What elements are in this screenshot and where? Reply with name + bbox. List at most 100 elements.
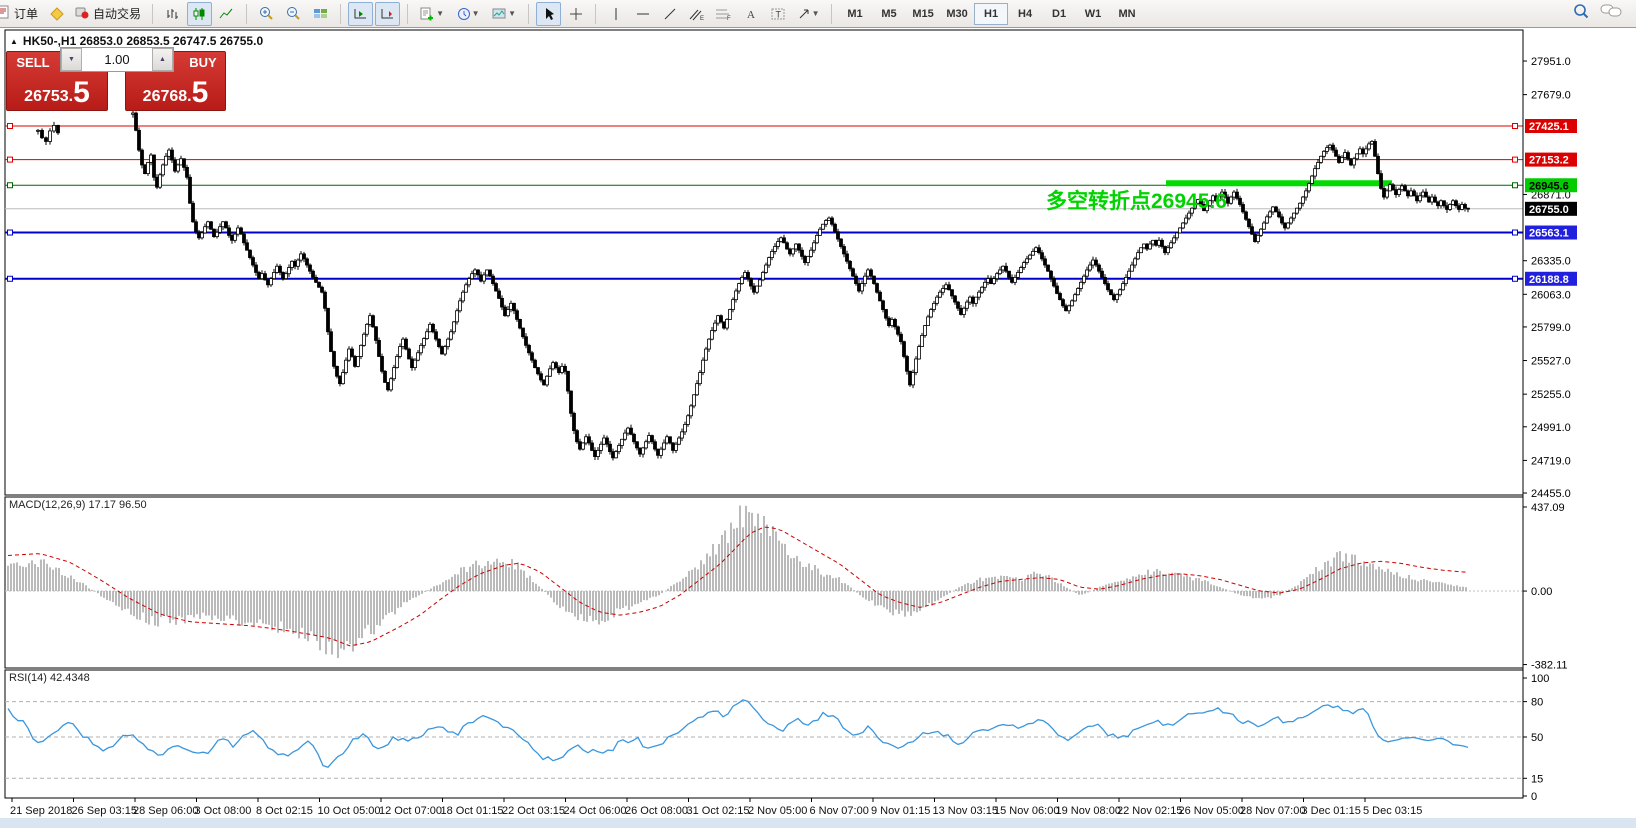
price-chip-label: 26563.1 [1529, 228, 1569, 240]
rsi-pane[interactable] [5, 670, 1523, 798]
macd-tick: 437.09 [1531, 502, 1565, 514]
main-pane[interactable] [5, 30, 1523, 495]
equidistant-channel-button[interactable]: E [684, 2, 709, 26]
timeframe-m5[interactable]: M5 [872, 3, 906, 25]
trendline-button[interactable] [657, 2, 682, 26]
buy-label: BUY [181, 55, 225, 70]
separator [152, 4, 153, 24]
time-label: 26 Oct 08:00 [625, 805, 688, 817]
time-label: 22 Nov 02:15 [1117, 805, 1182, 817]
text-button[interactable]: A [738, 2, 763, 26]
pane-frames [0, 30, 1636, 828]
timeframe-d1[interactable]: D1 [1042, 3, 1076, 25]
timeframe-w1[interactable]: W1 [1076, 3, 1110, 25]
fibonacci-button[interactable]: F [711, 2, 736, 26]
chart-canvas[interactable]: 27951.027679.026871.026335.026063.025799… [0, 28, 1636, 828]
time-axis: 21 Sep 201826 Sep 03:1528 Sep 06:003 Oct… [10, 798, 1422, 817]
svg-text:E: E [700, 16, 704, 21]
auto-scroll-button[interactable] [348, 2, 373, 26]
line-handle [8, 124, 13, 129]
chart-shift-button[interactable] [375, 2, 400, 26]
svg-text:T: T [775, 9, 781, 19]
volume-input[interactable] [82, 48, 152, 71]
tile-windows-button[interactable] [308, 2, 333, 26]
timeframe-m1[interactable]: M1 [838, 3, 872, 25]
autotrading-button[interactable]: 自动交易 [70, 3, 146, 24]
separator [831, 4, 832, 24]
price-tick: 27679.0 [1531, 90, 1571, 102]
line-handle [1513, 183, 1518, 188]
volume-spinner: ▼ ▲ [60, 47, 174, 72]
line-handle [1513, 157, 1518, 162]
chart-title-text: HK50-,H1 26853.0 26853.5 26747.5 26755.0 [23, 34, 263, 48]
price-tick: 24455.0 [1531, 488, 1571, 500]
templates-button[interactable]: ▼ [487, 2, 521, 26]
price-tick: 27951.0 [1531, 56, 1571, 68]
timeframe-m30[interactable]: M30 [940, 3, 974, 25]
periods-button[interactable]: ▼ [451, 2, 485, 26]
time-label: 19 Nov 08:00 [1056, 805, 1121, 817]
pivot-annotation[interactable]: 多空转折点26945.6 [1046, 185, 1227, 215]
collapse-triangle-icon[interactable]: ▲ [10, 37, 18, 46]
line-handle [1513, 276, 1518, 281]
time-label: 2 Nov 05:00 [748, 805, 807, 817]
separator [340, 4, 341, 24]
time-label: 9 Nov 01:15 [871, 805, 930, 817]
buy-price: 26768.5 [126, 78, 225, 108]
timeframe-mn[interactable]: MN [1110, 3, 1144, 25]
time-label: 10 Oct 05:00 [318, 805, 381, 817]
time-label: 22 Oct 03:15 [502, 805, 565, 817]
autotrading-icon [75, 5, 89, 22]
bottom-strip [0, 818, 1636, 828]
macd-tick: -382.11 [1531, 660, 1568, 672]
rsi-tick: 50 [1531, 732, 1543, 744]
rsi-tick: 80 [1531, 697, 1543, 709]
timeframe-h1[interactable]: H1 [974, 3, 1008, 25]
new-order-button[interactable]: 订单 [0, 3, 43, 24]
macd-tick: 0.00 [1531, 586, 1552, 598]
time-label: 26 Sep 03:15 [72, 805, 137, 817]
time-label: 13 Nov 03:15 [933, 805, 998, 817]
vertical-line-button[interactable] [603, 2, 628, 26]
timeframe-h4[interactable]: H4 [1008, 3, 1042, 25]
line-handle [8, 183, 13, 188]
indicators-button[interactable]: ▼ [415, 2, 449, 26]
line-chart-button[interactable] [214, 2, 239, 26]
buy-price-frac: 5 [192, 78, 209, 108]
svg-text:A: A [747, 9, 755, 21]
sell-price-frac: 5 [73, 78, 90, 108]
volume-increase-button[interactable]: ▲ [152, 48, 173, 71]
new-order-icon [0, 5, 10, 22]
horizontal-line-button[interactable] [630, 2, 655, 26]
volume-decrease-button[interactable]: ▼ [61, 48, 82, 71]
arrows-button[interactable]: ▼ [792, 2, 824, 26]
crosshair-button[interactable] [563, 2, 588, 26]
line-handle [8, 276, 13, 281]
price-tick: 24991.0 [1531, 422, 1571, 434]
bar-chart-button[interactable] [160, 2, 185, 26]
zoom-out-button[interactable] [281, 2, 306, 26]
metaquotes-icon[interactable] [44, 2, 69, 26]
zoom-in-button[interactable] [254, 2, 279, 26]
line-handle [8, 230, 13, 235]
rsi-tick: 100 [1531, 673, 1549, 685]
time-label: 6 Nov 07:00 [810, 805, 869, 817]
text-label-button[interactable]: T [765, 2, 790, 26]
time-label: 21 Sep 2018 [10, 805, 72, 817]
time-label: 8 Oct 02:15 [256, 805, 313, 817]
time-label: 28 Sep 06:00 [133, 805, 198, 817]
chat-icon[interactable] [1600, 3, 1622, 24]
svg-text:F: F [727, 16, 731, 21]
application-window: 订单 自动交易 ▼ ▼ ▼ E F A T ▼ M1 [0, 0, 1636, 828]
price-chip-label: 27425.1 [1529, 121, 1569, 133]
search-icon[interactable] [1573, 3, 1590, 25]
candlestick-chart-button[interactable] [187, 2, 212, 26]
chevron-down-icon: ▼ [508, 9, 516, 18]
chart-window: 27951.027679.026871.026335.026063.025799… [0, 28, 1636, 828]
separator [528, 4, 529, 24]
toolbar: 订单 自动交易 ▼ ▼ ▼ E F A T ▼ M1 [0, 0, 1636, 28]
timeframe-m15[interactable]: M15 [906, 3, 940, 25]
cursor-button[interactable] [536, 2, 561, 26]
rsi-tick: 0 [1531, 791, 1537, 803]
price-chip-label: 26945.6 [1529, 180, 1569, 192]
